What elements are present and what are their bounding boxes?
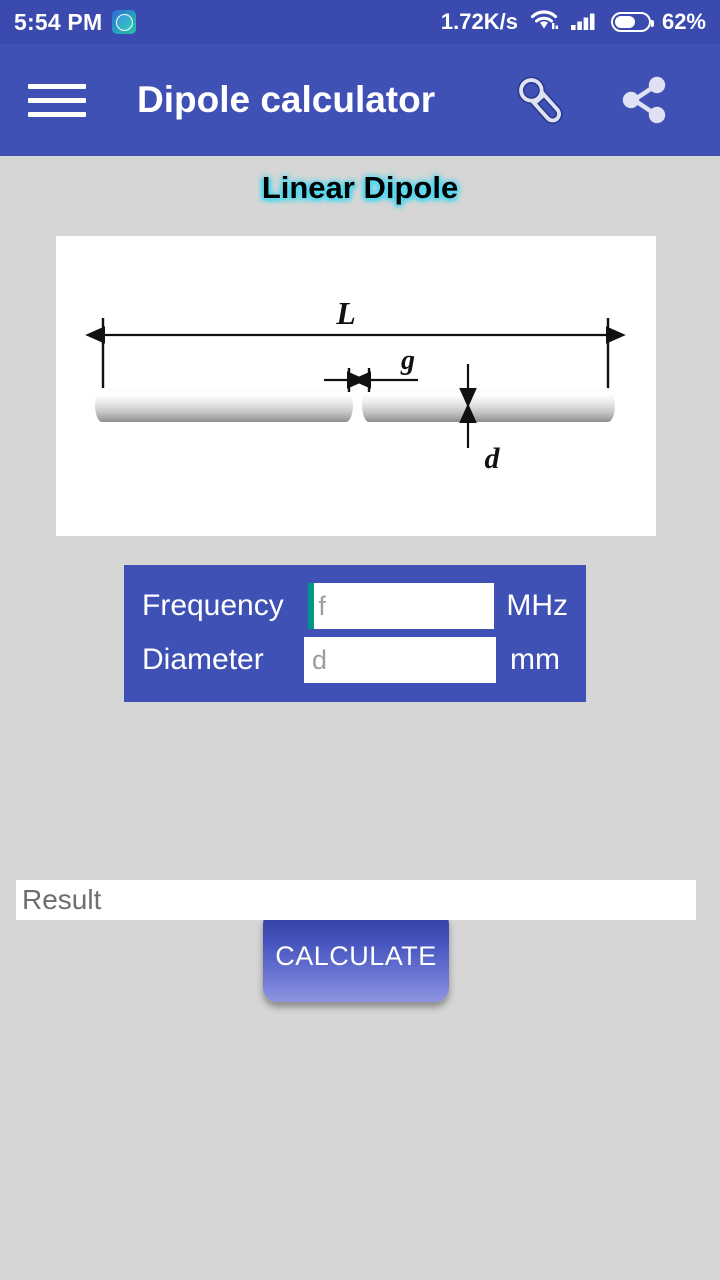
status-bar-left: 5:54 PM [14,8,137,36]
cellular-signal-icon [570,8,600,37]
frequency-row: Frequency MHz [142,579,568,633]
frequency-unit-label: MHz [506,589,568,622]
main-content: Linear Dipole L g d Frequency f MHz Diam… [0,156,720,1280]
calculate-button[interactable]: CALCULATE [263,910,449,1002]
svg-text:g: g [400,345,415,376]
input-panel: Frequency MHz Diameter mm [124,565,586,702]
battery-icon [610,12,654,32]
network-speed-text: 1.72K/s [440,9,518,34]
status-bar-clock: 5:54 PM [14,8,103,35]
svg-text:d: d [485,442,501,475]
frequency-label: Frequency [142,589,284,622]
diameter-unit-label: mm [510,643,560,676]
frequency-input[interactable] [308,583,495,629]
status-bar: 5:54 PM 1.72K/s 62% [0,0,720,44]
section-heading: Linear Dipole [261,170,459,205]
diameter-input[interactable] [304,637,496,683]
page-title: Dipole calculator [137,79,436,120]
app-bar-actions [509,69,675,131]
svg-text:L: L [335,295,356,331]
wrench-icon[interactable] [509,69,571,131]
app-notification-icon [112,10,137,34]
diameter-label: Diameter [142,643,264,676]
result-field[interactable] [16,880,696,920]
linear-dipole-diagram: L g d [56,236,656,536]
app-bar: Dipole calculator [0,44,720,156]
share-icon[interactable] [613,69,675,131]
battery-percent-text: 62% [661,9,706,34]
wifi-icon [529,8,559,37]
status-bar-right: 1.72K/s 62% [441,8,706,37]
hamburger-menu-icon[interactable] [28,78,86,122]
diameter-row: Diameter mm [142,633,568,687]
